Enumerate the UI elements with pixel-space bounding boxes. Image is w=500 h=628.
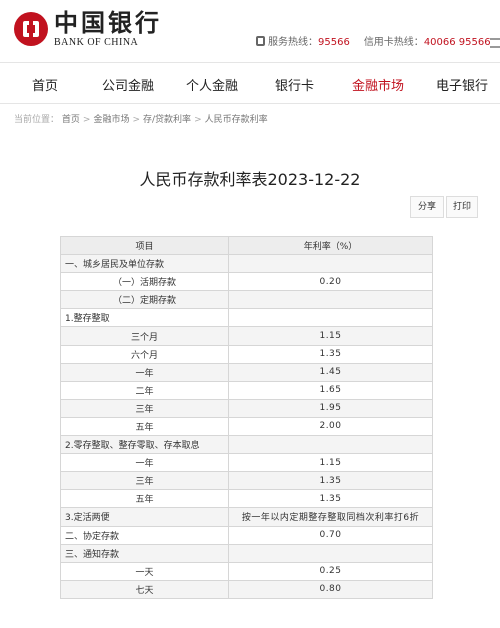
logo-chinese-name: 中国银行 [54, 8, 162, 37]
row-item-label: 三、通知存款 [60, 543, 229, 563]
table-row: 五年 2.00 [60, 416, 433, 437]
row-annual-rate: 1.15 [228, 326, 433, 346]
row-item-label: 三个月 [60, 326, 229, 346]
row-annual-rate: 0.20 [228, 272, 433, 292]
row-annual-rate: 0.70 [228, 525, 433, 545]
site-header: 中国银行 BANK OF CHINA 服务热线：95566 信用卡热线：40066… [0, 0, 500, 62]
page-title: 人民币存款利率表2023-12-22 [139, 170, 361, 189]
table-row: （二）定期存款 [60, 290, 433, 310]
nav-item-financial-markets[interactable]: 金融市场 [352, 75, 404, 94]
row-item-label: 五年 [60, 416, 229, 437]
table-row: 一天 0.25 [60, 561, 433, 581]
row-annual-rate: 1.95 [228, 398, 433, 418]
row-item-label: 一年 [60, 362, 229, 382]
row-item-label: 1.整存整取 [60, 308, 229, 328]
row-item-label: （一）活期存款 [60, 272, 229, 292]
row-item-label: 一、城乡居民及单位存款 [60, 254, 229, 274]
table-row: 七天 0.80 [60, 579, 433, 599]
bank-logo[interactable]: 中国银行 BANK OF CHINA [14, 10, 162, 48]
breadcrumb: 当前位置： 首页 > 金融市场 > 存/贷款利率 > 人民币存款利率 [14, 115, 268, 125]
row-item-label: 2.零存整取、整存零取、存本取息 [60, 435, 229, 455]
table-row: 五年 1.35 [60, 489, 433, 509]
row-item-label: 二年 [60, 380, 229, 400]
breadcrumb-link[interactable]: 首页 [62, 115, 80, 125]
table-row: 一年 1.45 [60, 362, 433, 382]
bank-emblem-icon [14, 12, 48, 46]
row-annual-rate [228, 308, 433, 328]
table-body: 一、城乡居民及单位存款 （一）活期存款 0.20 （二）定期存款 1.整存整取 三个月 1.… [60, 254, 433, 599]
main-nav: 首页 公司金融 个人金融 银行卡 金融市场 电子银行 [0, 62, 500, 104]
nav-item-cards[interactable]: 银行卡 [275, 75, 314, 94]
table-row: 三年 1.95 [60, 398, 433, 418]
breadcrumb-link[interactable]: 存/贷款利率 [143, 115, 191, 125]
row-annual-rate: 按一年以内定期整存整取同档次利率打6折 [228, 507, 433, 527]
logo-english-name: BANK OF CHINA [54, 37, 139, 48]
row-item-label: 一天 [60, 561, 229, 581]
row-annual-rate [228, 254, 433, 274]
hotlines: 服务热线：95566 信用卡热线：40066 95566 [256, 33, 491, 48]
card-hotline-label: 信用卡热线： [363, 37, 424, 48]
row-annual-rate: 1.35 [228, 344, 433, 364]
table-header-row: 项目 年利率（%） [60, 235, 433, 256]
header-item: 项目 [60, 235, 229, 256]
row-annual-rate: 0.25 [228, 561, 433, 581]
row-item-label: 3.定活两便 [60, 507, 229, 527]
row-item-label: 二、协定存款 [60, 525, 229, 545]
row-item-label: 一年 [60, 453, 229, 473]
table-row: 2.零存整取、整存零取、存本取息 [60, 435, 433, 455]
logo-text: 中国银行 BANK OF CHINA [54, 8, 162, 49]
table-row: 一年 1.15 [60, 453, 433, 473]
menu-icon[interactable] [490, 38, 500, 48]
nav-item-home[interactable]: 首页 [32, 75, 58, 94]
row-annual-rate: 2.00 [228, 416, 433, 437]
row-item-label: （二）定期存款 [60, 290, 229, 310]
service-hotline-label: 服务热线： [268, 37, 318, 48]
card-hotline-number: 40066 95566 [423, 37, 491, 48]
table-row: 六个月 1.35 [60, 344, 433, 364]
row-annual-rate: 1.45 [228, 362, 433, 382]
breadcrumb-location-label: 当前位置： [14, 115, 60, 125]
row-item-label: 五年 [60, 489, 229, 509]
header-annual-rate: 年利率（%） [228, 235, 433, 256]
breadcrumb-current: 人民币存款利率 [204, 115, 268, 125]
table-row: 三个月 1.15 [60, 326, 433, 346]
share-button[interactable]: 分享 [410, 196, 444, 218]
table-row: 1.整存整取 [60, 308, 433, 328]
row-item-label: 三年 [60, 398, 229, 418]
table-row: 二、协定存款 0.70 [60, 525, 433, 545]
nav-item-corporate[interactable]: 公司金融 [102, 75, 154, 94]
row-item-label: 三年 [60, 471, 229, 491]
table-row: （一）活期存款 0.20 [60, 272, 433, 292]
table-row: 3.定活两便 按一年以内定期整存整取同档次利率打6折 [60, 507, 433, 527]
nav-item-ebanking[interactable]: 电子银行 [436, 75, 488, 94]
row-annual-rate: 1.65 [228, 380, 433, 400]
deposit-rate-table: 项目 年利率（%） 一、城乡居民及单位存款 （一）活期存款 0.20 （二）定期存款 1… [60, 235, 433, 599]
row-annual-rate: 1.15 [228, 453, 433, 473]
phone-icon [256, 36, 265, 46]
row-annual-rate [228, 435, 433, 455]
row-annual-rate: 1.35 [228, 471, 433, 491]
service-hotline-number: 95566 [318, 37, 350, 48]
row-item-label: 七天 [60, 579, 229, 599]
row-annual-rate: 0.80 [228, 579, 433, 599]
row-item-label: 六个月 [60, 344, 229, 364]
table-row: 三年 1.35 [60, 471, 433, 491]
breadcrumb-link[interactable]: 金融市场 [93, 115, 129, 125]
row-annual-rate [228, 543, 433, 563]
print-button[interactable]: 打印 [446, 196, 478, 218]
row-annual-rate [228, 290, 433, 310]
table-row: 一、城乡居民及单位存款 [60, 254, 433, 274]
table-row: 二年 1.65 [60, 380, 433, 400]
table-row: 三、通知存款 [60, 543, 433, 563]
nav-item-personal[interactable]: 个人金融 [186, 75, 238, 94]
row-annual-rate: 1.35 [228, 489, 433, 509]
